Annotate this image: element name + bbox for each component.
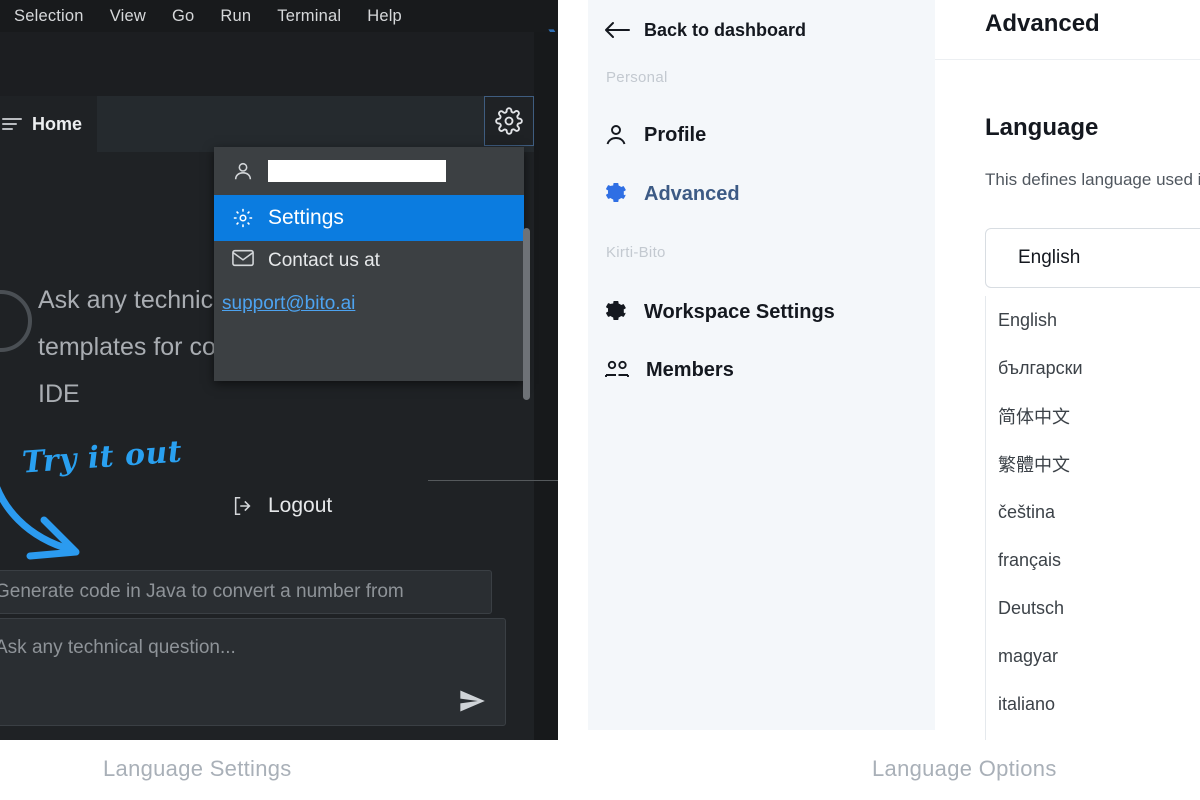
menu-item-go[interactable]: Go: [172, 7, 194, 26]
back-to-dashboard-label: Back to dashboard: [644, 19, 807, 40]
list-item[interactable]: 简体中文: [986, 392, 1200, 440]
menu-item-logout[interactable]: Logout: [214, 484, 524, 528]
sidebar-item-members[interactable]: Members: [604, 350, 924, 390]
language-heading: Language: [985, 114, 1099, 141]
sidebar-item-advanced[interactable]: Advanced: [604, 174, 924, 214]
settings-gear-button[interactable]: [484, 96, 534, 146]
list-item[interactable]: čeština: [986, 488, 1200, 536]
panel-title: Home: [32, 113, 83, 134]
language-description: This defines language used in: [985, 170, 1200, 189]
sidebar-item-workspace-settings[interactable]: Workspace Settings: [604, 292, 924, 332]
menu-item-logout-label: Logout: [268, 494, 333, 517]
suggestion-text: Generate code in Java to convert a numbe…: [0, 581, 404, 602]
logout-icon: [232, 495, 254, 517]
menu-item-run[interactable]: Run: [220, 7, 251, 26]
ide-tabbar-area: [0, 32, 558, 96]
ide-right-strip: [534, 32, 558, 740]
list-item[interactable]: 繁體中文: [986, 440, 1200, 488]
username-value: [268, 160, 446, 182]
menu-divider: [428, 480, 558, 481]
menu-item-selection[interactable]: Selection: [14, 7, 84, 26]
panel-scrollbar[interactable]: [523, 228, 530, 400]
person-icon: [604, 123, 628, 147]
chat-input-placeholder: Ask any technical question...: [0, 637, 236, 658]
settings-content: Advanced Language This defines language …: [965, 0, 1200, 740]
list-item[interactable]: français: [986, 536, 1200, 584]
menu-item-contact[interactable]: Contact us at: [214, 241, 524, 283]
ide-panel: Selection View Go Run Terminal Help ❯ Ho…: [0, 0, 558, 740]
arrow-annotation-icon: [0, 485, 80, 560]
language-options-list[interactable]: English български 简体中文 繁體中文 čeština fran…: [985, 296, 1200, 740]
arrow-left-icon: [604, 20, 630, 40]
list-item[interactable]: magyar: [986, 632, 1200, 680]
person-icon: [232, 160, 254, 182]
send-icon[interactable]: [455, 687, 489, 715]
gear-icon: [232, 207, 254, 229]
menu-item-help[interactable]: Help: [367, 7, 402, 26]
back-to-dashboard-button[interactable]: Back to dashboard: [588, 0, 935, 60]
gear-icon: [604, 182, 628, 206]
bito-panel-header-left: Home: [0, 96, 97, 152]
screenshot-root: Selection View Go Run Terminal Help ❯ Ho…: [0, 0, 1200, 800]
section-label-workspace: Kirti-Bito: [606, 244, 666, 261]
language-select-value: English: [1018, 247, 1081, 268]
settings-sidebar: Back to dashboard Personal Kirti-Bito Pr…: [588, 0, 935, 730]
sidebar-item-profile-label: Profile: [644, 123, 707, 146]
page-title: Advanced: [985, 10, 1100, 37]
menu-item-settings[interactable]: Settings: [214, 195, 524, 241]
menu-item-terminal[interactable]: Terminal: [277, 7, 341, 26]
menu-item-settings-label: Settings: [268, 206, 344, 229]
people-icon: [604, 359, 630, 381]
sidebar-item-workspace-settings-label: Workspace Settings: [644, 300, 835, 323]
sidebar-item-members-label: Members: [646, 358, 734, 381]
sidebar-item-advanced-label: Advanced: [644, 182, 740, 205]
list-item[interactable]: български: [986, 344, 1200, 392]
caption-language-settings: Language Settings: [103, 756, 292, 781]
section-label-personal: Personal: [606, 69, 668, 86]
language-select[interactable]: English: [985, 228, 1200, 288]
menu-item-contact-label: Contact us at: [268, 250, 380, 271]
mail-icon: [232, 249, 254, 267]
gear-icon: [495, 107, 523, 135]
sidebar-item-profile[interactable]: Profile: [604, 115, 924, 155]
menu-item-view[interactable]: View: [110, 7, 146, 26]
list-item[interactable]: italiano: [986, 680, 1200, 728]
ide-menu-bar: Selection View Go Run Terminal Help: [0, 0, 558, 32]
caption-language-options: Language Options: [872, 756, 1057, 781]
list-item[interactable]: English: [986, 296, 1200, 344]
chat-composer[interactable]: Ask any technical question...: [0, 618, 506, 726]
suggestion-chip[interactable]: Generate code in Java to convert a numbe…: [0, 570, 492, 614]
account-dropdown-menu: Settings Contact us at Logout: [214, 147, 558, 517]
gear-icon: [604, 300, 628, 324]
bito-logo-icon: [0, 290, 32, 352]
support-email-link[interactable]: support@bito.ai: [222, 293, 355, 315]
hamburger-icon[interactable]: [2, 117, 22, 131]
list-item[interactable]: Deutsch: [986, 584, 1200, 632]
account-username-row: [214, 147, 524, 195]
settings-panel: Back to dashboard Personal Kirti-Bito Pr…: [570, 0, 1200, 740]
